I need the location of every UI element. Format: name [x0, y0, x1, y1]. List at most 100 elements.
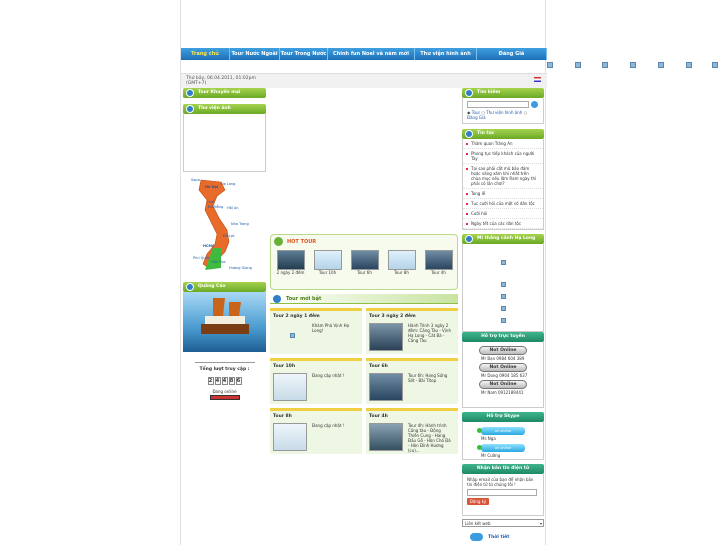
- image-placeholder-icon[interactable]: [501, 306, 506, 311]
- link-icon[interactable]: [602, 62, 608, 68]
- scenery-header: Mi thắng cảnh Hạ Long: [462, 234, 544, 244]
- skype-status-button[interactable]: on online: [477, 427, 525, 435]
- nav-domestic-tours[interactable]: Tour Trong Nước: [280, 48, 328, 60]
- ad-ship-image[interactable]: [183, 292, 266, 352]
- image-placeholder-icon[interactable]: [501, 282, 506, 287]
- search-go-icon[interactable]: [530, 101, 538, 108]
- promo-tour-header: Tour Khuyến mại: [183, 88, 266, 98]
- tour-card[interactable]: Tour 8h Đang cập nhật !: [270, 408, 362, 454]
- hot-item[interactable]: Tour 4h: [422, 250, 455, 275]
- nav-gallery[interactable]: Thư viện hình ảnh: [415, 48, 477, 60]
- support-header: Hỗ trợ trực tuyến: [462, 332, 544, 342]
- online-badge-icon: [209, 395, 240, 400]
- library-box: [183, 114, 266, 172]
- newsletter-header: Nhận bản tin điện tử: [462, 464, 544, 474]
- clock-icon: [465, 130, 473, 138]
- hot-items: 2 ngày 2 đêm Tour 10h Tour 6h Tour 8h To…: [274, 250, 455, 275]
- tour-card[interactable]: Tour 10h Đang cập nhật !: [270, 358, 362, 404]
- news-item[interactable]: Thăm quan Tràng An: [463, 139, 543, 149]
- main-nav: Trang chủ Tour Nước Ngoài Tour Trong Nướ…: [181, 48, 547, 69]
- news-item[interactable]: Tại sao phải cất mũ bảo đảm hoặc xăng xă…: [463, 164, 543, 189]
- tour-card[interactable]: Tour 2 ngày 1 đêm Khám Phá Vịnh Hạ Long!: [270, 308, 362, 354]
- library-header: Thư viện ảnh: [183, 104, 266, 114]
- yahoo-status-button[interactable]: Not Online: [479, 363, 527, 372]
- link-icon[interactable]: [630, 62, 636, 68]
- search-input[interactable]: [467, 101, 529, 108]
- hot-item[interactable]: Tour 6h: [348, 250, 381, 275]
- chevron-down-icon: ▾: [539, 521, 542, 526]
- online-label: Đang online: [212, 389, 237, 394]
- image-placeholder-icon[interactable]: [501, 260, 506, 265]
- tour-image[interactable]: [369, 323, 403, 351]
- skype-header: Hỗ trợ Skype: [462, 412, 544, 422]
- tour-card[interactable]: Tour 4h Tour 4h: Hành trình Cảng tàu - Đ…: [366, 408, 458, 454]
- yahoo-status-button[interactable]: Not Online: [479, 380, 527, 389]
- sub-bar: [181, 60, 547, 74]
- tour-card[interactable]: Tour 6h Tour 6h: Hang Sửng Sốt - Bãi Tit…: [366, 358, 458, 404]
- hot-icon: [274, 237, 283, 246]
- counter-digits: 24486: [207, 377, 242, 385]
- nav-foreign-tours[interactable]: Tour Nước Ngoài: [230, 48, 280, 60]
- page: Trang chủ Tour Nước Ngoài Tour Trong Nướ…: [180, 0, 547, 545]
- language-flag-icon[interactable]: [534, 77, 541, 82]
- new-tours-header: Tour mới bật: [270, 294, 458, 304]
- yahoo-status-button[interactable]: Not Online: [479, 346, 527, 355]
- news-item[interactable]: Cưới hỏi: [463, 209, 543, 219]
- left-column: Tour Khuyến mại Thư viện ảnh Sapa Hà Nội…: [183, 88, 266, 401]
- link-icon[interactable]: [658, 62, 664, 68]
- news-item[interactable]: Phong tục tiếp khách của người Tày: [463, 149, 543, 164]
- outer-icon-row: [546, 62, 727, 70]
- news-item[interactable]: Ngày tết của các dân tộc: [463, 219, 543, 229]
- skype-status-button[interactable]: on online: [477, 444, 525, 452]
- image-placeholder-icon: [290, 333, 295, 338]
- link-icon[interactable]: [547, 62, 553, 68]
- newsletter-email-input[interactable]: [467, 489, 537, 496]
- hot-item[interactable]: Tour 8h: [385, 250, 418, 275]
- image-placeholder-icon[interactable]: [501, 294, 506, 299]
- link-icon[interactable]: [686, 62, 692, 68]
- newsletter-box: Nhập email của bạn để nhận bản tin điện …: [462, 474, 544, 516]
- support-box: Not Online Mr Bạn 0984 604 389 Not Onlin…: [462, 342, 544, 408]
- tour-image[interactable]: [369, 373, 403, 401]
- nav-pricing[interactable]: Đăng Giá: [477, 48, 547, 60]
- hot-tour-box: HOT TOUR 2 ngày 2 đêm Tour 10h Tour 6h T…: [270, 234, 458, 290]
- vietnam-map[interactable]: Sapa Hà Nội Hạ Long Huế Đà Nẵng Hội An N…: [183, 172, 266, 282]
- hot-item[interactable]: Tour 10h: [311, 250, 344, 275]
- hot-item[interactable]: 2 ngày 2 đêm: [274, 250, 307, 275]
- timezone-text: (GMT+7): [186, 81, 207, 86]
- right-column: Tìm kiếm ◉ Tour ○ Thư viện hình ảnh ○ Đăn…: [462, 88, 544, 541]
- camera-icon: [186, 105, 194, 113]
- links-select[interactable]: Liên kết web ▾: [462, 519, 544, 527]
- radio-pricing[interactable]: ○: [524, 110, 528, 115]
- tour-icon: [186, 89, 194, 97]
- new-tours-grid: Tour 2 ngày 1 đêm Khám Phá Vịnh Hạ Long!…: [270, 308, 458, 454]
- nav-noel[interactable]: Chinh fun Noel và năm mới 2011: [328, 48, 415, 69]
- new-icon: [273, 295, 281, 303]
- link-icon[interactable]: [712, 62, 718, 68]
- megaphone-icon: [186, 283, 194, 291]
- nav-home[interactable]: Trang chủ: [181, 48, 230, 60]
- plane-icon: [465, 235, 473, 243]
- counter-title: Tổng lượt truy cập :: [199, 367, 250, 372]
- ads-header: Quảng Cáo: [183, 282, 266, 292]
- skype-box: on online Ms Nga on online Mr Cường: [462, 422, 544, 460]
- weather-link[interactable]: Thời tiết: [462, 533, 544, 541]
- tour-image[interactable]: [273, 373, 307, 401]
- hot-title: HOT TOUR: [287, 239, 317, 245]
- tour-card[interactable]: Tour 3 ngày 2 đêm Hành Trình 3 ngày 2 đê…: [366, 308, 458, 354]
- image-placeholder-icon[interactable]: [501, 318, 506, 323]
- search-icon: [465, 89, 473, 97]
- date-bar: Thứ bảy, 06.04.2011, 01:02pm (GMT+7): [181, 74, 547, 88]
- tour-image[interactable]: [369, 423, 403, 451]
- tour-image[interactable]: [273, 423, 307, 451]
- junk-boat-icon: [201, 298, 249, 334]
- news-item[interactable]: Tang lễ: [463, 189, 543, 199]
- news-item[interactable]: Tục cưới hỏi của một số dân tộc: [463, 199, 543, 209]
- weather-cloud-icon: [470, 533, 483, 541]
- search-box: ◉ Tour ○ Thư viện hình ảnh ○ Đăng Giá: [462, 98, 544, 124]
- visit-counter: Tổng lượt truy cập : 24486 Đang online: [183, 352, 266, 400]
- news-header: Tin tức: [462, 129, 544, 139]
- link-icon[interactable]: [575, 62, 581, 68]
- subscribe-button[interactable]: Đăng ký: [467, 498, 489, 505]
- search-header: Tìm kiếm: [462, 88, 544, 98]
